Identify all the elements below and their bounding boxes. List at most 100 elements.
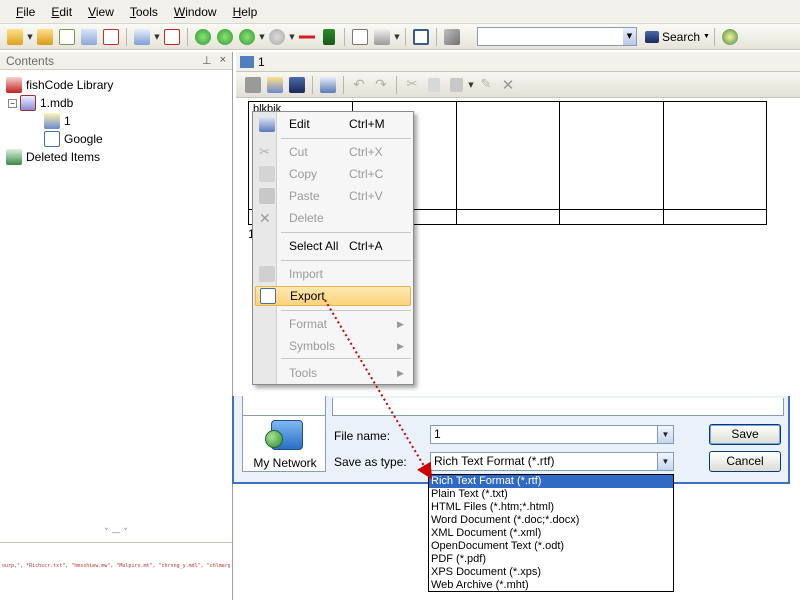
type-option[interactable]: OpenDocument Text (*.odt) — [429, 540, 673, 553]
context-item-edit[interactable]: Edit Ctrl+M — [255, 114, 411, 134]
chevron-down-icon[interactable]: ▼ — [657, 453, 673, 470]
table-cell[interactable] — [559, 101, 665, 210]
search-dropdown-arrow-icon[interactable]: ▼ — [703, 33, 710, 40]
context-item-delete[interactable]: ✕ Delete — [255, 208, 411, 228]
type-option[interactable]: Web Archive (*.mht) — [429, 579, 673, 592]
open-library-button[interactable] — [34, 26, 56, 48]
collapse-icon[interactable]: − — [8, 98, 17, 108]
forward-button[interactable] — [214, 26, 236, 48]
tree-item-db[interactable]: − 1.mdb — [8, 94, 73, 112]
home-dropdown-arrow-icon[interactable]: ▼ — [288, 33, 296, 41]
context-item-import[interactable]: Import — [255, 264, 411, 284]
print-dropdown-arrow-icon[interactable]: ▼ — [393, 33, 401, 41]
type-option[interactable]: XML Document (*.xml) — [429, 527, 673, 540]
menu-view[interactable]: View — [80, 5, 122, 19]
copy-button[interactable] — [423, 74, 445, 96]
paste-dropdown-arrow-icon[interactable]: ▼ — [467, 81, 475, 89]
search-button[interactable]: Search ▼ — [645, 30, 710, 44]
type-option[interactable]: XPS Document (*.xps) — [429, 566, 673, 579]
chevron-down-icon[interactable]: ▼ — [623, 28, 636, 45]
paste-button[interactable] — [445, 74, 467, 96]
document-toolbar: ↶ ↷ ✂ ▼ ✎ ✕ — [236, 72, 800, 98]
table-cell[interactable] — [663, 209, 767, 225]
refresh-button[interactable] — [56, 26, 78, 48]
options-button[interactable] — [441, 26, 463, 48]
table-cell[interactable] — [455, 209, 561, 225]
table-cell[interactable] — [663, 101, 767, 210]
clear-format-button[interactable]: ✎ — [475, 74, 497, 96]
places-bar-item[interactable] — [242, 396, 326, 416]
menu-tools[interactable]: Tools — [122, 5, 166, 19]
home-button[interactable] — [266, 26, 288, 48]
new-page-button[interactable] — [131, 26, 153, 48]
menu-edit[interactable]: Edit — [43, 5, 80, 19]
context-item-shortcut: Ctrl+C — [349, 167, 384, 181]
file-list[interactable] — [332, 398, 784, 416]
properties-button[interactable] — [78, 26, 100, 48]
menu-file[interactable]: File — [8, 5, 43, 19]
context-item-format[interactable]: Format ▶ — [255, 314, 411, 334]
tree-item-label: 1 — [64, 114, 71, 128]
context-menu: Edit Ctrl+M ✂ Cut Ctrl+X Copy Ctrl+C Pas… — [252, 111, 414, 385]
save-as-type-select[interactable]: Rich Text Format (*.rtf) ▼ — [430, 452, 674, 471]
delete-button[interactable]: ✕ — [497, 74, 519, 96]
file-name-field[interactable]: 1 ▼ — [430, 425, 674, 444]
redo-button[interactable]: ↷ — [370, 74, 392, 96]
type-option[interactable]: PDF (*.pdf) — [429, 553, 673, 566]
type-option[interactable]: Plain Text (*.txt) — [429, 488, 673, 501]
page-setup-button[interactable] — [349, 26, 371, 48]
search-combo[interactable]: ▼ — [477, 27, 637, 46]
context-menu-separator — [281, 358, 411, 359]
context-item-copy[interactable]: Copy Ctrl+C — [255, 164, 411, 184]
menu-help[interactable]: Help — [225, 5, 266, 19]
edit-button[interactable] — [317, 74, 339, 96]
tree-item-page-google[interactable]: Google — [44, 130, 103, 148]
context-item-cut[interactable]: ✂ Cut Ctrl+X — [255, 142, 411, 162]
context-item-select-all[interactable]: Select All Ctrl+A — [255, 236, 411, 256]
context-item-shortcut: Ctrl+A — [349, 239, 383, 253]
pin-icon[interactable]: ⊥ — [202, 54, 212, 67]
delete-page-button[interactable] — [161, 26, 183, 48]
table-cell[interactable] — [559, 209, 665, 225]
find-button[interactable] — [286, 74, 308, 96]
type-option[interactable]: HTML Files (*.htm;*.html) — [429, 501, 673, 514]
context-item-symbols[interactable]: Symbols ▶ — [255, 336, 411, 356]
open-folder-button[interactable] — [4, 26, 26, 48]
save-button[interactable]: Save — [709, 424, 781, 445]
context-item-tools[interactable]: Tools ▶ — [255, 363, 411, 383]
history-button[interactable] — [236, 26, 258, 48]
delete-x-icon: ✕ — [501, 75, 515, 94]
new-page-dropdown-arrow-icon[interactable]: ▼ — [153, 33, 161, 41]
cut-button[interactable]: ✂ — [401, 74, 423, 96]
tree-item-deleted[interactable]: Deleted Items — [6, 148, 100, 166]
type-option[interactable]: Word Document (*.doc;*.docx) — [429, 514, 673, 527]
undo-button[interactable]: ↶ — [348, 74, 370, 96]
open-dropdown-arrow-icon[interactable]: ▼ — [26, 33, 34, 41]
move-down-button[interactable] — [318, 26, 340, 48]
type-option[interactable]: Rich Text Format (*.rtf) — [429, 475, 673, 488]
tree-item-page-1[interactable]: 1 — [44, 112, 71, 130]
move-up-button[interactable] — [296, 26, 318, 48]
print-button[interactable] — [371, 26, 393, 48]
close-icon[interactable]: × — [220, 54, 226, 67]
save-page-button[interactable] — [242, 74, 264, 96]
table-cell[interactable] — [455, 101, 561, 210]
history-dropdown-arrow-icon[interactable]: ▼ — [258, 33, 266, 41]
document-tab[interactable]: 1 — [236, 52, 800, 72]
log-panel: ourp,", *Richscr.txt", "hmsshiew.mw", "M… — [0, 542, 232, 600]
menu-window[interactable]: Window — [166, 5, 225, 19]
back-button[interactable] — [192, 26, 214, 48]
chevron-down-icon[interactable]: ▼ — [657, 426, 673, 443]
binoculars-icon — [645, 30, 659, 43]
page-properties-button[interactable] — [264, 74, 286, 96]
tree-item-library[interactable]: fishCode Library — [6, 76, 113, 94]
fullscreen-button[interactable] — [410, 26, 432, 48]
sync-button[interactable] — [719, 26, 741, 48]
panel-splitter[interactable]: ˅ — ˅ — [0, 528, 232, 542]
context-item-export[interactable]: Export — [255, 286, 411, 306]
close-db-button[interactable] — [100, 26, 122, 48]
my-network-place[interactable]: My Network — [242, 416, 326, 472]
context-item-paste[interactable]: Paste Ctrl+V — [255, 186, 411, 206]
cancel-button[interactable]: Cancel — [709, 451, 781, 472]
page-tab-icon — [240, 55, 254, 68]
